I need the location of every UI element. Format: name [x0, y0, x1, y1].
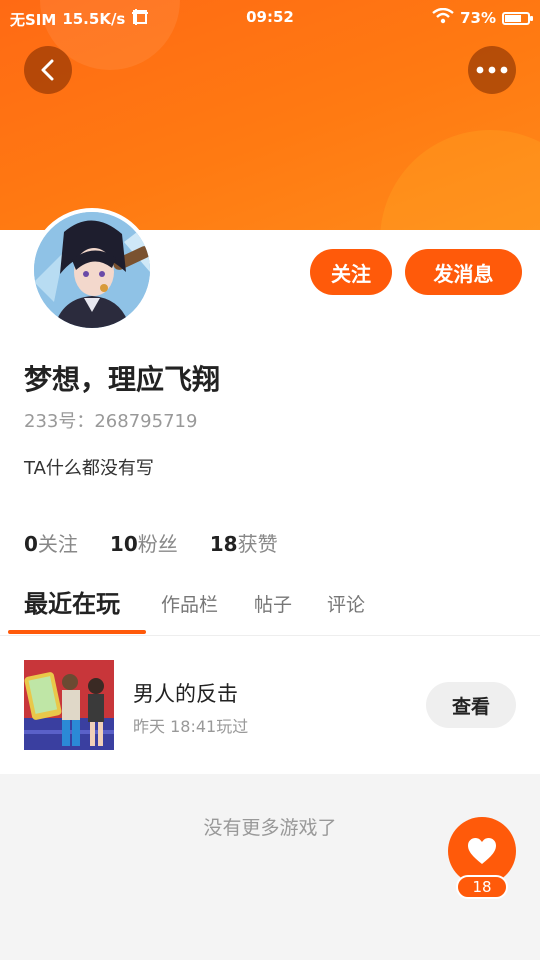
user-id: 233号：268795719 — [24, 411, 198, 432]
stat-likes[interactable]: 18获赞 — [210, 528, 278, 557]
stat-label: 粉丝 — [137, 532, 178, 556]
list-item[interactable]: 男人的反击 昨天 18:41玩过 查看 — [0, 660, 540, 752]
more-dots-icon — [476, 66, 508, 74]
battery-percent: 73% — [460, 9, 496, 27]
heart-icon — [468, 838, 496, 864]
avatar[interactable] — [30, 208, 154, 332]
back-button[interactable] — [24, 46, 72, 94]
like-count-badge: 18 — [456, 875, 508, 899]
battery-icon — [502, 11, 533, 25]
last-played-time: 昨天 18:41玩过 — [133, 717, 249, 736]
status-bar: 无SIM 15.5K/s 09:52 73% — [0, 0, 540, 36]
stat-number: 18 — [209, 532, 238, 556]
game-thumbnail — [24, 660, 114, 750]
tab-posts[interactable]: 帖子 — [254, 590, 292, 617]
game-title: 男人的反击 — [133, 682, 238, 706]
stat-fans[interactable]: 10粉丝 — [110, 528, 178, 557]
stat-label: 获赞 — [237, 532, 278, 556]
follow-button[interactable]: 关注 — [310, 249, 392, 295]
tab-works[interactable]: 作品栏 — [161, 590, 218, 617]
user-bio: TA什么都没有写 — [24, 458, 154, 479]
active-tab-indicator — [8, 630, 146, 634]
tab-recent-playing[interactable]: 最近在玩 — [24, 584, 120, 619]
profile-tabs: 最近在玩 作品栏 帖子 评论 — [0, 584, 540, 636]
tab-comments[interactable]: 评论 — [327, 590, 365, 617]
user-name: 梦想，理应飞翔 — [24, 363, 221, 396]
stat-following[interactable]: 0关注 — [24, 528, 78, 557]
chevron-left-icon — [41, 59, 54, 81]
more-button[interactable] — [468, 46, 516, 94]
stat-label: 关注 — [37, 532, 78, 556]
stat-number: 0 — [24, 532, 38, 556]
profile-stats: 0关注 10粉丝 18获赞 — [24, 528, 278, 557]
view-game-button[interactable]: 查看 — [426, 682, 516, 728]
wifi-icon — [432, 7, 454, 28]
stat-number: 10 — [109, 532, 138, 556]
send-message-button[interactable]: 发消息 — [405, 249, 522, 295]
